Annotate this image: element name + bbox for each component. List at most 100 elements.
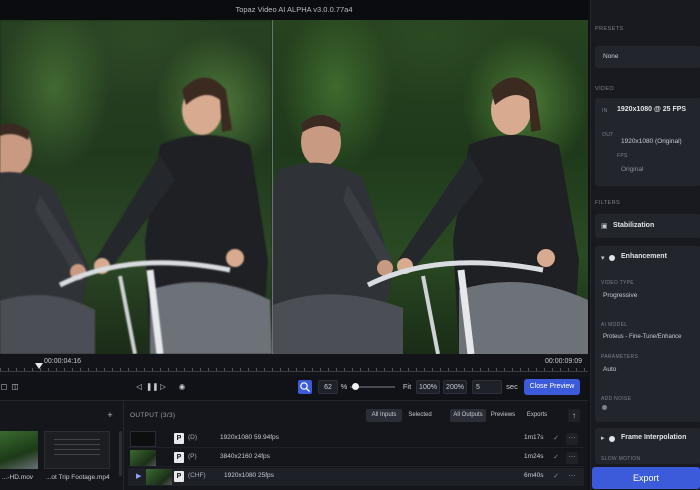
out-label: OUT bbox=[602, 132, 614, 138]
output-resolution: 1920x1080 25fps bbox=[224, 472, 274, 479]
video-preview[interactable] bbox=[0, 20, 588, 354]
video-heading: VIDEO bbox=[595, 86, 615, 92]
output-row[interactable]: P (D) 1920x1080 59.94fps 1m17s ✓ ⋯ bbox=[128, 430, 584, 448]
input-thumbnail[interactable] bbox=[0, 431, 38, 469]
zoom-unit: % bbox=[340, 382, 348, 391]
enhancement-filter: ▾ Enhancement VIDEO TYPE Progressive AI … bbox=[595, 246, 700, 422]
end-time: 00:00:09:09 bbox=[545, 358, 582, 365]
settings-sidebar: PRESETS None VIDEO IN 1920x1080 @ 25 FPS… bbox=[590, 0, 700, 490]
output-model-tag: (D) bbox=[188, 434, 198, 441]
tab-all-inputs[interactable]: All Inputs bbox=[366, 409, 402, 422]
current-time: 00:00:04:16 bbox=[44, 358, 81, 365]
output-duration: 6m40s bbox=[524, 472, 544, 479]
zoom-slider-handle[interactable] bbox=[352, 383, 359, 390]
preview-badge: P bbox=[174, 471, 184, 482]
play-icon[interactable]: ▶ bbox=[136, 472, 141, 480]
parameters-select[interactable]: Auto bbox=[603, 366, 616, 373]
output-resolution: 3840x2160 24fps bbox=[220, 453, 270, 460]
timeline-track[interactable] bbox=[0, 371, 588, 372]
export-button[interactable]: Export bbox=[592, 467, 700, 489]
preset-value: None bbox=[603, 53, 619, 60]
tab-exports[interactable]: Exports bbox=[522, 409, 552, 422]
preview-badge: P bbox=[174, 433, 184, 444]
pause-icon[interactable]: ❚❚ bbox=[146, 380, 159, 394]
video-type-label: VIDEO TYPE bbox=[601, 280, 634, 286]
toggle-icon[interactable]: ▾ bbox=[601, 254, 605, 262]
fps-select[interactable]: Original bbox=[621, 166, 643, 173]
fit-button[interactable]: Fit bbox=[400, 380, 414, 394]
stabilization-filter[interactable]: ▣ Stabilization bbox=[595, 214, 700, 238]
tab-all-outputs[interactable]: All Outputs bbox=[450, 409, 486, 422]
more-icon[interactable]: ⋯ bbox=[566, 471, 578, 483]
output-thumbnail bbox=[130, 431, 156, 447]
check-icon[interactable]: ✓ bbox=[550, 433, 562, 445]
cyclists-image-original bbox=[0, 77, 272, 354]
output-thumbnail bbox=[130, 450, 156, 466]
tab-selected[interactable]: Selected bbox=[404, 409, 436, 422]
output-duration: 1m24s bbox=[524, 453, 544, 460]
cyclists-image-enhanced bbox=[273, 77, 588, 354]
zoom-value-field[interactable]: 62 bbox=[318, 380, 338, 394]
inputs-scrollbar[interactable] bbox=[119, 431, 122, 476]
title-bar: Topaz Video AI ALPHA v3.0.0.77a4 bbox=[0, 0, 588, 20]
stabilization-icon: ▣ bbox=[601, 223, 608, 230]
zoom-icon[interactable] bbox=[298, 380, 312, 394]
ai-model-select[interactable]: Proteus - Fine-Tune/Enhance bbox=[603, 334, 682, 340]
output-resolution: 1920x1080 59.94fps bbox=[220, 434, 279, 441]
frame-interpolation-filter: ▸ Frame Interpolation SLOW MOTION bbox=[595, 428, 700, 464]
slow-motion-label: SLOW MOTION bbox=[601, 456, 641, 462]
stabilization-label: Stabilization bbox=[613, 222, 655, 229]
output-model-tag: (P) bbox=[188, 453, 197, 460]
in-label: IN bbox=[602, 108, 608, 114]
preview-duration-select[interactable]: 5 bbox=[472, 380, 502, 394]
output-title: OUTPUT (3/3) bbox=[130, 412, 176, 419]
more-icon[interactable]: ⋯ bbox=[566, 433, 578, 445]
zoom-200-button[interactable]: 200% bbox=[443, 380, 467, 394]
sort-arrow-icon[interactable]: ↑ bbox=[568, 409, 580, 422]
ai-model-label: AI MODEL bbox=[601, 322, 628, 328]
filters-heading: FILTERS bbox=[595, 200, 621, 206]
more-icon[interactable]: ⋯ bbox=[566, 452, 578, 464]
playback-controls: ▢ ◫ ◁ ❚❚ ▷ ◉ 62 % Fit 100% 200% 5 sec Cl… bbox=[0, 376, 588, 398]
app-title: Topaz Video AI ALPHA v3.0.0.77a4 bbox=[235, 5, 353, 14]
prev-frame-icon[interactable]: ◁ bbox=[134, 380, 144, 394]
tab-previews[interactable]: Previews bbox=[488, 409, 518, 422]
enhancement-enabled-icon[interactable] bbox=[609, 255, 615, 261]
bottom-panel: + ...-HD.mov ...ot Trip Footage.mp4 OUTP… bbox=[0, 400, 588, 490]
output-model-tag: (CHF) bbox=[188, 472, 206, 479]
input-resolution: 1920x1080 @ 25 FPS bbox=[617, 106, 687, 113]
record-icon[interactable]: ◉ bbox=[176, 380, 188, 394]
zoom-100-button[interactable]: 100% bbox=[416, 380, 440, 394]
enhanced-preview-pane[interactable] bbox=[273, 20, 588, 354]
video-type-select[interactable]: Progressive bbox=[603, 292, 637, 299]
frame-interpolation-enabled-icon[interactable] bbox=[609, 436, 615, 442]
inputs-panel: + ...-HD.mov ...ot Trip Footage.mp4 bbox=[0, 401, 124, 490]
parameters-label: PARAMETERS bbox=[601, 354, 639, 360]
check-icon[interactable]: ✓ bbox=[550, 471, 562, 483]
output-row[interactable]: P (P) 3840x2160 24fps 1m24s ✓ ⋯ bbox=[128, 449, 584, 467]
original-preview-pane[interactable] bbox=[0, 20, 272, 354]
input-file-name: ...ot Trip Footage.mp4 bbox=[46, 474, 110, 481]
output-resolution-select[interactable]: 1920x1080 (Original) bbox=[621, 138, 682, 145]
split-view-icon[interactable]: ◫ bbox=[10, 380, 20, 394]
timeline[interactable]: 00:00:04:16 00:00:09:09 bbox=[0, 354, 588, 376]
output-panel: OUTPUT (3/3) All Inputs Selected All Out… bbox=[124, 401, 588, 490]
output-thumbnail bbox=[146, 469, 172, 485]
toggle-icon[interactable]: ▸ bbox=[601, 434, 605, 442]
preset-select[interactable]: None bbox=[595, 46, 700, 68]
output-duration: 1m17s bbox=[524, 434, 544, 441]
next-frame-icon[interactable]: ▷ bbox=[158, 380, 168, 394]
add-input-button[interactable]: + bbox=[104, 409, 116, 421]
preview-badge: P bbox=[174, 452, 184, 463]
input-file-name: ...-HD.mov bbox=[2, 474, 34, 481]
seconds-unit: sec bbox=[506, 382, 518, 391]
single-view-icon[interactable]: ▢ bbox=[0, 380, 8, 394]
thumbnail-text-lines bbox=[54, 439, 100, 459]
add-noise-icon[interactable] bbox=[602, 405, 607, 410]
output-row-selected[interactable]: ▶ P (CHF) 1920x1080 25fps 6m40s ✓ ⋯ bbox=[128, 468, 584, 486]
check-icon[interactable]: ✓ bbox=[550, 452, 562, 464]
enhancement-label: Enhancement bbox=[621, 253, 667, 260]
playhead-marker[interactable] bbox=[35, 363, 43, 369]
close-preview-button[interactable]: Close Preview bbox=[524, 379, 580, 395]
add-noise-label: ADD NOISE bbox=[601, 396, 632, 402]
